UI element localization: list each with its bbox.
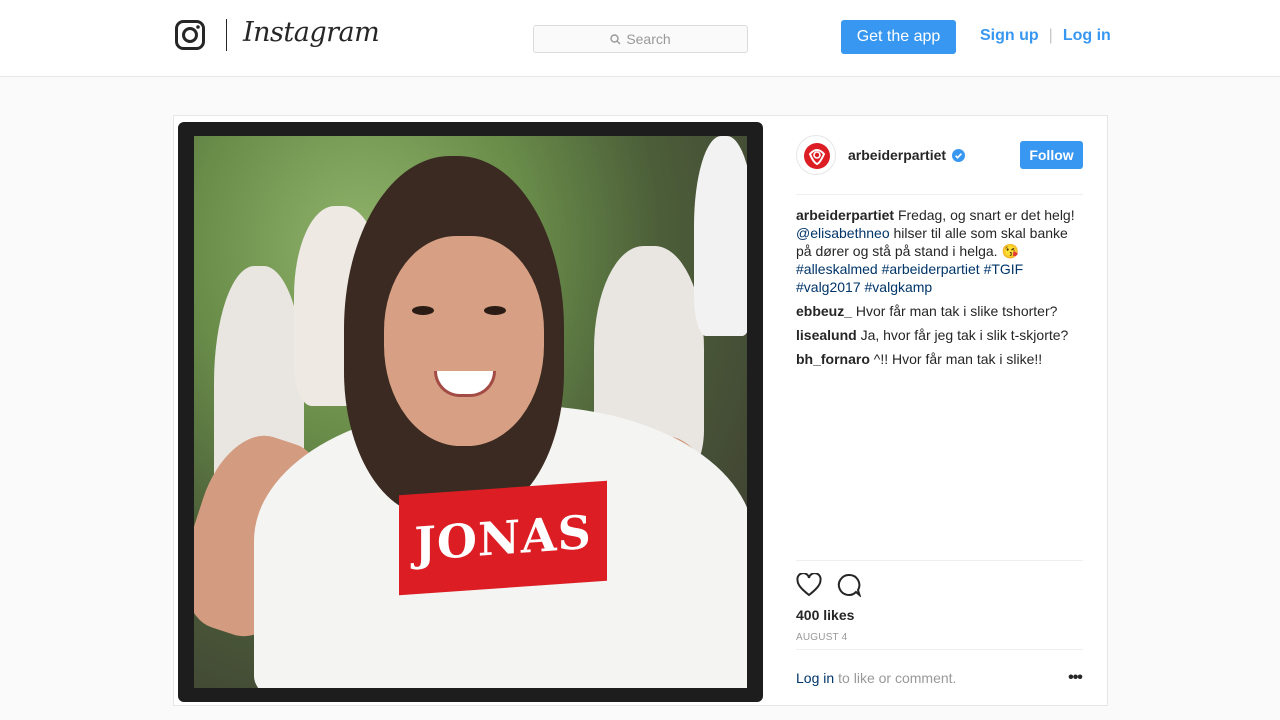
caption-mention[interactable]: @elisabethneo [796, 225, 890, 241]
verified-badge-icon [952, 148, 966, 162]
comment-item: bh_fornaro ^!! Hvor får man tak i slike!… [796, 350, 1083, 368]
instagram-glyph-icon[interactable] [175, 20, 205, 50]
comment-text: Hvor får man tak i slike tshorter? [855, 303, 1058, 319]
caption: arbeiderpartiet Fredag, og snart er det … [796, 206, 1083, 296]
comment-item: lisealund Ja, hvor får jeg tak i slik t-… [796, 326, 1083, 344]
hashtag[interactable]: #arbeiderpartiet [882, 261, 980, 277]
login-prompt-text: to like or comment. [838, 669, 957, 686]
hashtag[interactable]: #alleskalmed [796, 261, 878, 277]
post-details: arbeiderpartiet Follow arbeiderpartiet F… [771, 116, 1107, 705]
comment-username[interactable]: ebbeuz_ [796, 303, 852, 319]
post-header: arbeiderpartiet Follow [796, 135, 1083, 195]
photo-content: JONAS [194, 136, 747, 688]
hashtag[interactable]: #valg2017 [796, 279, 861, 295]
comment-text: Ja, hvor får jeg tak i slik t-skjorte? [860, 327, 1069, 343]
shirt-text: JONAS [414, 504, 592, 572]
avatar[interactable] [796, 135, 836, 175]
top-navigation: Instagram Search Get the app Sign up | L… [0, 0, 1280, 77]
instagram-wordmark[interactable]: Instagram [243, 17, 380, 48]
comment-login-row: Log in to like or comment. ••• [796, 649, 1083, 705]
comment-icon[interactable] [836, 573, 862, 597]
comment-text: ^!! Hvor får man tak i slike!! [873, 351, 1043, 367]
post-date[interactable]: AUGUST 4 [796, 632, 1083, 643]
right-eye [484, 306, 506, 315]
heart-icon[interactable] [796, 573, 822, 597]
search-placeholder: Search [626, 31, 671, 47]
log-in-link[interactable]: Log in [1063, 27, 1111, 45]
comment-username[interactable]: bh_fornaro [796, 351, 870, 367]
post-actions: 400 likes AUGUST 4 [796, 560, 1083, 643]
rose-logo-icon [804, 143, 830, 169]
follow-button[interactable]: Follow [1020, 141, 1083, 169]
comment-item: ebbeuz_ Hvor får man tak i slike tshorte… [796, 302, 1083, 320]
auth-links: Sign up | Log in [980, 27, 1111, 45]
auth-separator: | [1048, 27, 1053, 44]
likes-count[interactable]: 400 likes [796, 607, 1083, 623]
username-text: arbeiderpartiet [848, 147, 947, 163]
search-input[interactable]: Search [533, 25, 748, 53]
get-app-button[interactable]: Get the app [841, 20, 956, 54]
comment-username[interactable]: lisealund [796, 327, 857, 343]
background-person [694, 136, 747, 336]
post-card: JONAS arbeiderpartiet Follow arbeiderpar… [173, 115, 1108, 706]
caption-text-1: Fredag, og snart er det helg! [897, 207, 1075, 223]
comments-list: arbeiderpartiet Fredag, og snart er det … [796, 206, 1083, 374]
hashtag[interactable]: #TGIF [984, 261, 1024, 277]
face [384, 236, 544, 446]
photo-border: JONAS [178, 122, 763, 702]
hashtag[interactable]: #valgkamp [865, 279, 933, 295]
caption-username[interactable]: arbeiderpartiet [796, 207, 894, 223]
action-icons [796, 571, 1083, 599]
shirt-banner: JONAS [399, 480, 607, 596]
post-photo[interactable]: JONAS [174, 116, 771, 705]
sign-up-link[interactable]: Sign up [980, 27, 1039, 45]
login-to-comment-link[interactable]: Log in [796, 670, 834, 686]
search-icon [610, 33, 621, 44]
left-eye [412, 306, 434, 315]
logo-divider [226, 19, 227, 51]
owner-username[interactable]: arbeiderpartiet [848, 147, 966, 163]
more-options-icon[interactable]: ••• [1067, 669, 1083, 686]
